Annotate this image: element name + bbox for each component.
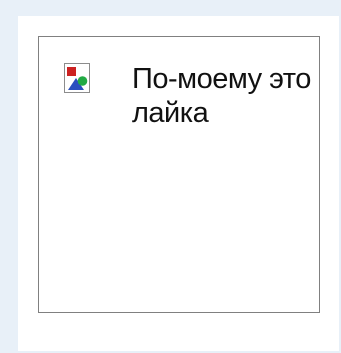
image-alt-text: По-моему это лайка	[132, 63, 311, 129]
broken-image-icon	[64, 63, 90, 93]
image-placeholder: По-моему это лайка	[38, 36, 320, 313]
